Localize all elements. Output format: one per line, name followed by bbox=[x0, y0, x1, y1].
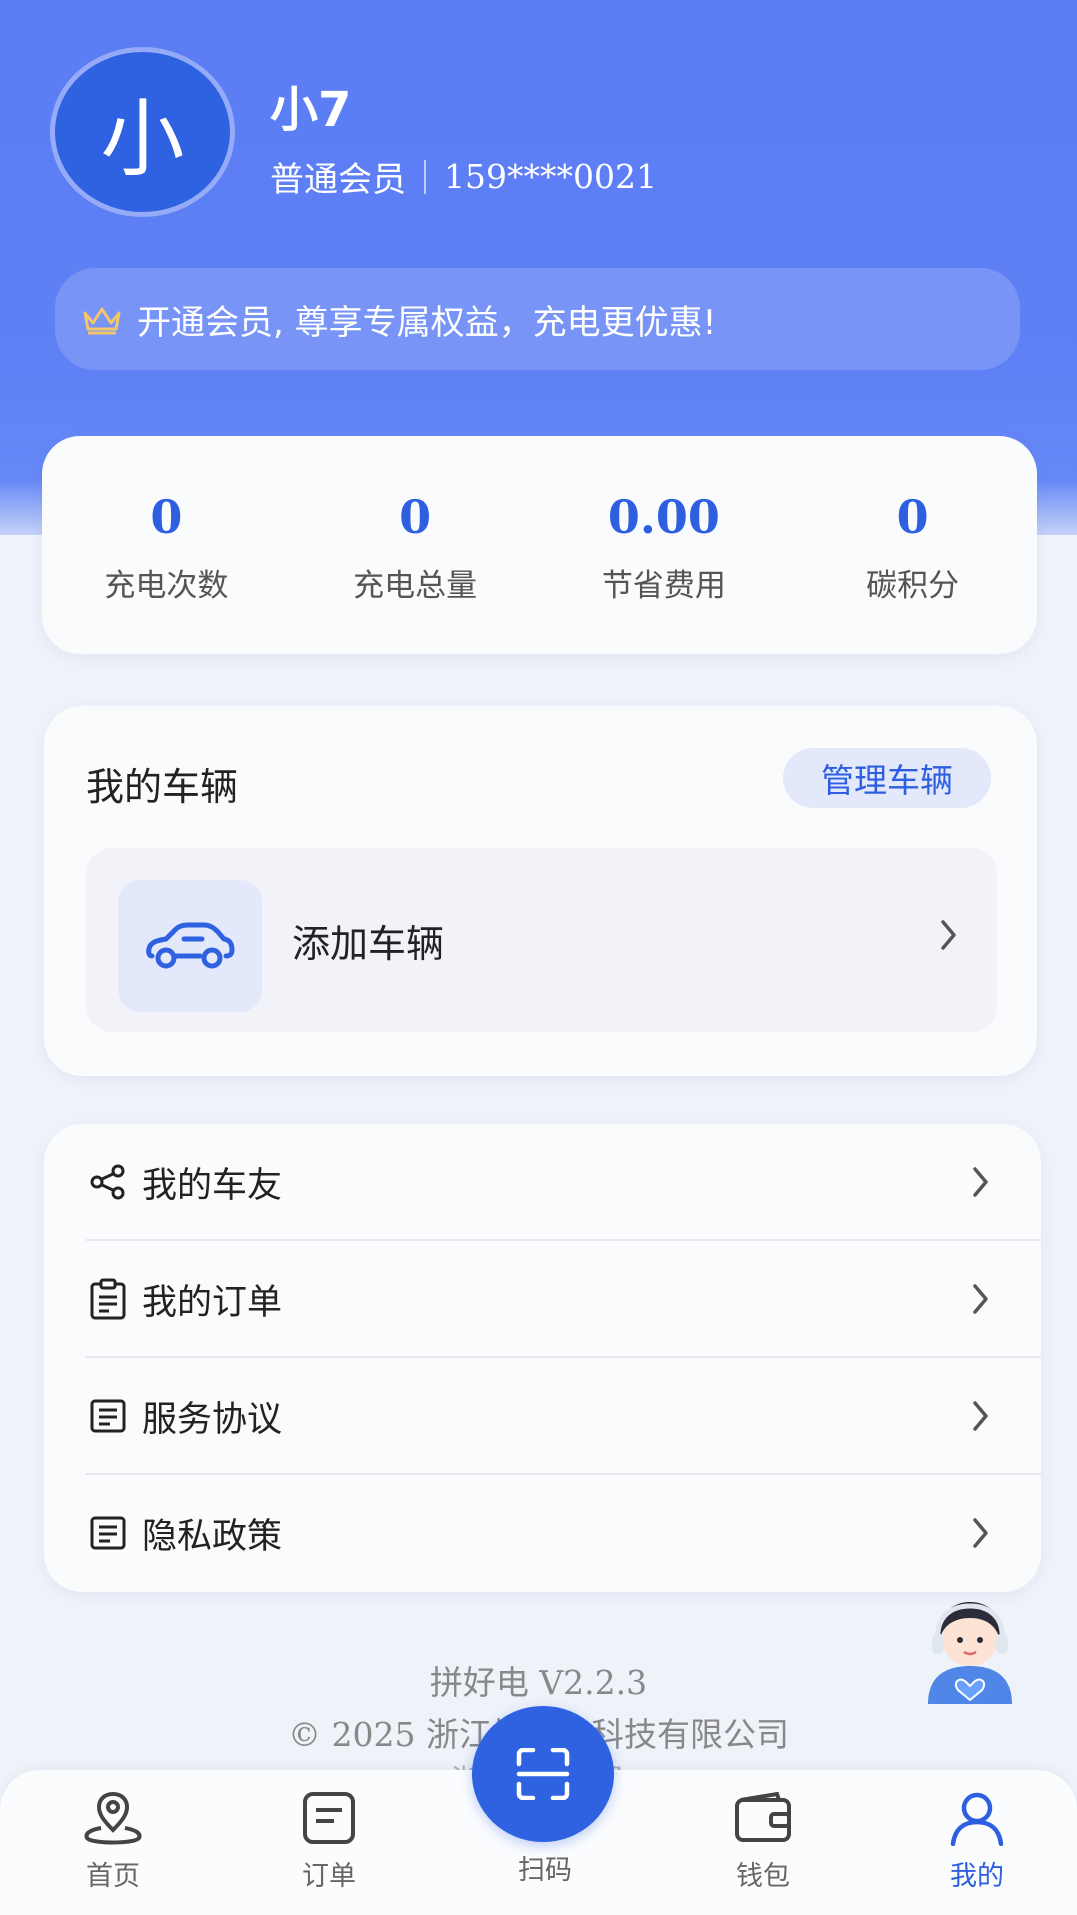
document-icon bbox=[88, 1396, 128, 1436]
chevron-right-icon bbox=[973, 1518, 988, 1548]
stat-charge-total[interactable]: 0 充电总量 bbox=[291, 436, 540, 654]
vehicles-title: 我的车辆 bbox=[86, 765, 239, 809]
stat-label: 节省费用 bbox=[601, 568, 726, 604]
tab-mine[interactable]: 我的 bbox=[912, 1790, 1042, 1893]
member-level: 普通会员 bbox=[270, 160, 406, 200]
membership-banner-text: 开通会员, 尊享专属权益，充电更优惠! bbox=[137, 302, 717, 343]
tab-orders[interactable]: 订单 bbox=[264, 1790, 394, 1893]
location-icon bbox=[84, 1791, 142, 1845]
order-icon bbox=[303, 1792, 355, 1844]
menu-item-service-agreement[interactable]: 服务协议 bbox=[44, 1358, 1041, 1474]
car-icon-box bbox=[118, 880, 262, 1012]
membership-banner[interactable]: 开通会员, 尊享专属权益，充电更优惠! bbox=[55, 268, 1020, 370]
wallet-icon bbox=[735, 1791, 791, 1842]
stat-carbon-points[interactable]: 0 碳积分 bbox=[788, 436, 1037, 654]
tab-label: 钱包 bbox=[736, 1861, 790, 1892]
tab-wallet[interactable]: 钱包 bbox=[698, 1790, 828, 1893]
document-icon bbox=[88, 1513, 128, 1553]
vehicles-card: 我的车辆 管理车辆 添加车辆 bbox=[44, 706, 1037, 1076]
tab-label: 订单 bbox=[302, 1861, 356, 1892]
menu-item-car-friends[interactable]: 我的车友 bbox=[44, 1124, 1041, 1240]
stat-savings[interactable]: 0.00 节省费用 bbox=[540, 436, 789, 654]
chevron-right-icon bbox=[973, 1401, 988, 1431]
tab-home[interactable]: 首页 bbox=[48, 1790, 178, 1893]
stat-label: 充电总量 bbox=[353, 568, 478, 604]
menu-item-label: 我的车友 bbox=[142, 1165, 283, 1206]
clipboard-icon bbox=[88, 1278, 128, 1320]
divider bbox=[424, 159, 426, 194]
stat-label: 充电次数 bbox=[104, 568, 229, 604]
stat-value: 0.00 bbox=[607, 490, 720, 544]
stat-value: 0 bbox=[399, 490, 432, 544]
car-icon bbox=[146, 922, 235, 969]
chevron-right-icon bbox=[941, 920, 956, 950]
stats-card: 0 充电次数 0 充电总量 0.00 节省费用 0 碳积分 bbox=[42, 436, 1037, 654]
tab-label: 我的 bbox=[950, 1861, 1004, 1892]
chevron-right-icon bbox=[973, 1284, 988, 1314]
menu-item-privacy-policy[interactable]: 隐私政策 bbox=[44, 1475, 1041, 1591]
menu-list: 我的车友 我的订单 服务协议 隐私政策 bbox=[44, 1124, 1041, 1592]
scan-button[interactable] bbox=[472, 1706, 614, 1842]
menu-item-label: 服务协议 bbox=[142, 1399, 283, 1440]
stat-label: 碳积分 bbox=[866, 568, 960, 604]
stat-value: 0 bbox=[896, 490, 929, 544]
user-icon bbox=[950, 1792, 1004, 1846]
stat-value: 0 bbox=[150, 490, 183, 544]
username: 小7 bbox=[270, 82, 352, 138]
add-vehicle-label: 添加车辆 bbox=[292, 922, 445, 966]
menu-item-label: 我的订单 bbox=[142, 1282, 283, 1323]
chevron-right-icon bbox=[973, 1167, 988, 1197]
manage-vehicles-button[interactable]: 管理车辆 bbox=[783, 748, 991, 808]
avatar[interactable]: 小 bbox=[55, 52, 230, 212]
menu-item-my-orders[interactable]: 我的订单 bbox=[44, 1241, 1041, 1357]
tab-label: 首页 bbox=[86, 1861, 140, 1892]
share-icon bbox=[88, 1162, 128, 1202]
tab-scan[interactable]: 扫码 bbox=[480, 1840, 610, 1887]
tab-label: 扫码 bbox=[518, 1855, 572, 1886]
add-vehicle-row[interactable]: 添加车辆 bbox=[86, 848, 997, 1032]
stat-charge-count[interactable]: 0 充电次数 bbox=[42, 436, 291, 654]
menu-item-label: 隐私政策 bbox=[142, 1516, 283, 1557]
scan-icon bbox=[516, 1748, 570, 1800]
crown-icon bbox=[83, 307, 121, 335]
member-info: 普通会员 159****0021 bbox=[270, 152, 657, 201]
app-version: 拼好电 V2.2.3 bbox=[429, 1663, 648, 1702]
phone-number: 159****0021 bbox=[444, 157, 657, 196]
